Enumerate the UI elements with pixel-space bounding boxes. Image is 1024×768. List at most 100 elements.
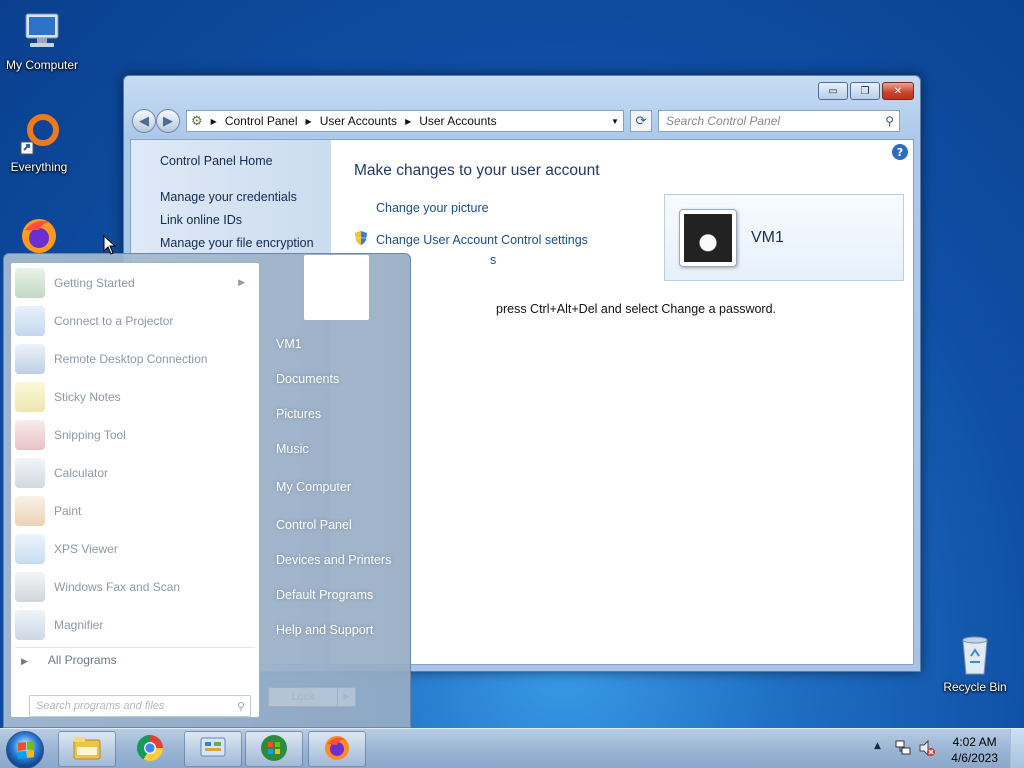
sticky-notes-icon bbox=[15, 382, 45, 412]
program-connect-projector[interactable]: Connect to a Projector bbox=[15, 303, 255, 339]
change-picture-link[interactable]: Change your picture bbox=[376, 201, 489, 215]
dog-picture-icon bbox=[684, 214, 732, 262]
everything-search-icon bbox=[15, 110, 63, 158]
network-icon[interactable] bbox=[894, 739, 912, 760]
uac-settings-link[interactable]: Change User Account Control settings bbox=[353, 230, 588, 249]
help-icon[interactable]: ? bbox=[892, 144, 908, 160]
manage-file-encryption-link[interactable]: Manage your file encryption bbox=[160, 236, 314, 250]
separator bbox=[15, 647, 255, 648]
program-snipping-tool[interactable]: Snipping Tool bbox=[15, 417, 255, 453]
program-calculator[interactable]: Calculator bbox=[15, 455, 255, 491]
refresh-button[interactable]: ⟳ bbox=[630, 110, 652, 132]
start-item-user[interactable]: VM1 bbox=[276, 337, 302, 351]
show-hidden-icons-icon[interactable]: ▲ bbox=[874, 741, 881, 751]
program-magnifier[interactable]: Magnifier bbox=[15, 607, 255, 643]
getting-started-icon bbox=[15, 268, 45, 298]
search-placeholder: Search Control Panel bbox=[666, 114, 781, 128]
user-picture-frame[interactable] bbox=[304, 255, 369, 320]
taskbar-control-panel[interactable] bbox=[184, 731, 242, 767]
start-item-my-computer[interactable]: My Computer bbox=[276, 480, 351, 494]
volume-muted-icon[interactable] bbox=[918, 739, 936, 760]
recycle-bin-icon bbox=[951, 630, 999, 678]
taskbar-windows-store[interactable] bbox=[245, 731, 303, 767]
forward-button[interactable]: ▶ bbox=[156, 109, 180, 133]
lock-button[interactable]: Lock ▶ bbox=[268, 687, 356, 707]
chrome-icon bbox=[135, 733, 165, 766]
windows-logo-icon bbox=[18, 741, 34, 759]
minimize-button[interactable]: ▭ bbox=[818, 82, 848, 100]
back-button[interactable]: ◀ bbox=[132, 109, 156, 133]
desktop-icon-label: Everything bbox=[10, 160, 68, 174]
show-desktop-button[interactable] bbox=[1010, 729, 1024, 768]
start-menu: Getting Started ▶ Connect to a Projector… bbox=[3, 253, 411, 728]
start-search-input[interactable]: Search programs and files ⚲ bbox=[29, 695, 251, 717]
link-online-ids-link[interactable]: Link online IDs bbox=[160, 213, 242, 227]
breadcrumb-control-panel[interactable]: Control Panel bbox=[225, 114, 298, 128]
computer-icon bbox=[18, 8, 66, 56]
search-icon: ⚲ bbox=[236, 700, 245, 713]
change-password-note: press Ctrl+Alt+Del and select Change a p… bbox=[496, 302, 777, 316]
all-programs-button[interactable]: ▶ All Programs bbox=[21, 653, 117, 667]
xps-viewer-icon bbox=[15, 534, 45, 564]
start-item-documents[interactable]: Documents bbox=[276, 372, 339, 386]
magnifier-icon bbox=[15, 610, 45, 640]
maximize-button[interactable]: ❐ bbox=[850, 82, 880, 100]
chevron-right-icon[interactable]: ▶ bbox=[337, 688, 355, 706]
window-controls: ▭ ❐ ✕ bbox=[818, 82, 914, 100]
search-input[interactable]: Search Control Panel ⚲ bbox=[658, 110, 900, 132]
file-explorer-icon bbox=[72, 735, 102, 764]
taskbar-firefox[interactable] bbox=[308, 731, 366, 767]
start-item-devices-printers[interactable]: Devices and Printers bbox=[276, 553, 391, 567]
start-item-help-support[interactable]: Help and Support bbox=[276, 623, 373, 637]
taskbar-file-explorer[interactable] bbox=[58, 731, 116, 767]
start-item-music[interactable]: Music bbox=[276, 442, 309, 456]
desktop-icon-recycle-bin[interactable]: Recycle Bin bbox=[933, 630, 1017, 694]
control-panel-icon: ⚙ bbox=[191, 113, 203, 128]
search-icon[interactable]: ⚲ bbox=[885, 114, 894, 128]
close-button[interactable]: ✕ bbox=[882, 82, 914, 100]
breadcrumb-user-accounts[interactable]: User Accounts bbox=[320, 114, 397, 128]
start-button[interactable] bbox=[6, 731, 44, 768]
lock-label: Lock bbox=[291, 691, 315, 703]
desktop-icon-label: My Computer bbox=[5, 58, 79, 72]
projector-icon bbox=[15, 306, 45, 336]
breadcrumb-user-accounts-current[interactable]: User Accounts bbox=[419, 114, 496, 128]
taskbar-chrome[interactable] bbox=[121, 731, 179, 767]
program-sticky-notes[interactable]: Sticky Notes bbox=[15, 379, 255, 415]
calculator-icon bbox=[15, 458, 45, 488]
start-item-default-programs[interactable]: Default Programs bbox=[276, 588, 373, 602]
control-panel-home-link[interactable]: Control Panel Home bbox=[160, 154, 273, 168]
desktop-icon-my-computer[interactable]: My Computer bbox=[0, 8, 84, 72]
program-remote-desktop[interactable]: Remote Desktop Connection bbox=[15, 341, 255, 377]
user-account-tile: VM1 bbox=[664, 194, 904, 281]
fax-scan-icon bbox=[15, 572, 45, 602]
windows-store-icon bbox=[259, 733, 289, 766]
clock[interactable]: 4:02 AM 4/6/2023 bbox=[951, 734, 998, 766]
navigation-bar: ◀ ▶ ⚙ ▶ Control Panel ▶ User Accounts ▶ … bbox=[132, 108, 912, 134]
program-xps-viewer[interactable]: XPS Viewer bbox=[15, 531, 255, 567]
program-getting-started[interactable]: Getting Started ▶ bbox=[15, 265, 255, 301]
snipping-tool-icon bbox=[15, 420, 45, 450]
start-item-control-panel[interactable]: Control Panel bbox=[276, 518, 352, 532]
program-fax-scan[interactable]: Windows Fax and Scan bbox=[15, 569, 255, 605]
firefox-icon bbox=[322, 733, 352, 766]
partial-link[interactable]: s bbox=[490, 253, 496, 267]
manage-credentials-link[interactable]: Manage your credentials bbox=[160, 190, 297, 204]
taskbar: ▲ 4:02 AM 4/6/2023 bbox=[0, 728, 1024, 768]
mouse-cursor-icon bbox=[103, 234, 117, 258]
control-panel-icon bbox=[198, 735, 228, 764]
program-paint[interactable]: Paint bbox=[15, 493, 255, 529]
system-tray: ▲ 4:02 AM 4/6/2023 bbox=[864, 729, 1024, 768]
start-menu-programs-pane: Getting Started ▶ Connect to a Projector… bbox=[10, 262, 260, 718]
avatar[interactable] bbox=[679, 209, 737, 267]
clock-time: 4:02 AM bbox=[952, 735, 997, 749]
chevron-down-icon[interactable]: ▼ bbox=[607, 117, 623, 126]
paint-icon bbox=[15, 496, 45, 526]
clock-date: 4/6/2023 bbox=[951, 751, 998, 765]
address-bar[interactable]: ⚙ ▶ Control Panel ▶ User Accounts ▶ User… bbox=[186, 110, 624, 132]
desktop-icon-everything[interactable]: Everything bbox=[0, 110, 81, 174]
desktop-icon-label: Recycle Bin bbox=[943, 680, 1007, 694]
remote-desktop-icon bbox=[15, 344, 45, 374]
uac-shield-icon bbox=[353, 230, 369, 249]
start-item-pictures[interactable]: Pictures bbox=[276, 407, 321, 421]
